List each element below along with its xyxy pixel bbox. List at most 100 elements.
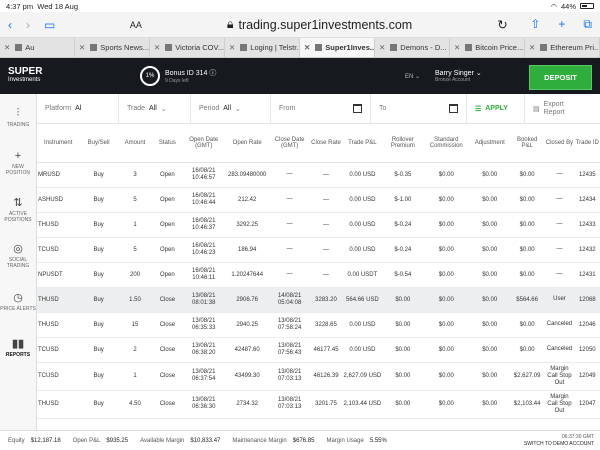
table-cell: $0.00	[423, 262, 470, 288]
sidebar-item-social-trading[interactable]: ◎ SOCIAL TRADING	[0, 232, 36, 278]
table-row[interactable]: MRUSD Buy 3 Open 16/08/21 10:46:57 283.094800…	[37, 162, 600, 188]
clock-icon: ◷	[13, 291, 23, 304]
browser-tab[interactable]: ✕ Victoria COV...	[150, 38, 225, 57]
close-icon[interactable]: ✕	[229, 43, 235, 52]
column-header[interactable]: Buy/Sell	[79, 124, 118, 163]
browser-tab[interactable]: ✕ Demons - D...	[375, 38, 450, 57]
column-header[interactable]: Close Rate	[309, 124, 343, 163]
table-row[interactable]: TCUSD Buy 1 Close 13/08/21 06:37:54 43499.30 1…	[37, 362, 600, 391]
sidebar-item-price-alerts[interactable]: ◷ PRICE ALERTS	[0, 278, 36, 324]
column-header[interactable]: Open Date (GMT)	[182, 124, 225, 163]
table-row[interactable]: THUSD Buy 1 Open 16/08/21 10:46:37 3292.25— —0…	[37, 212, 600, 238]
column-header[interactable]: Status	[152, 124, 183, 163]
apply-button[interactable]: ☰ APPLY	[467, 94, 525, 123]
browser-tab[interactable]: ✕ Sports News...	[75, 38, 150, 57]
url-field[interactable]: trading.super1investments.com	[238, 18, 412, 32]
bonus-info[interactable]: Bonus ID 314 ⓘ 9 Days left	[165, 68, 345, 84]
table-row[interactable]: THUSD Buy 1.50 Close 13/08/21 08:01:38 2906.7…	[37, 287, 600, 313]
forward-icon[interactable]: ›	[26, 18, 30, 32]
logo[interactable]: SUPER Investments	[8, 67, 118, 85]
tabs-overview-icon[interactable]: ⧉	[583, 17, 592, 32]
table-row[interactable]: THUSD Buy 15 Close 13/08/21 06:35:33 2940.25 1…	[37, 312, 600, 338]
close-icon[interactable]: ✕	[379, 43, 385, 52]
browser-tab[interactable]: ✕ Ethereum Pri...	[525, 38, 600, 57]
column-header[interactable]: Instrument	[37, 124, 80, 163]
table-cell: 43499.30	[224, 362, 270, 391]
sidebar-item-reports[interactable]: ▮▮ REPORTS	[0, 324, 36, 370]
table-cell: —	[309, 237, 343, 263]
table-row[interactable]: THUSD Buy 4.50 Close 13/08/21 06:36:30 2734.3…	[37, 390, 600, 419]
table-row[interactable]: TCUSD Buy 2 Close 13/08/21 06:38:20 42487.60 1…	[37, 337, 600, 363]
table-cell: 13/08/21 08:01:38	[182, 287, 225, 313]
table-cell: 3228.65	[309, 312, 343, 338]
browser-tab[interactable]: ✕ Loging | Telstr...	[225, 38, 300, 57]
table-cell: $0.00	[509, 212, 545, 238]
favicon-icon	[315, 44, 323, 51]
available-margin-label: Available Margin	[140, 437, 185, 444]
from-date-field[interactable]: From	[271, 94, 371, 123]
calendar-icon[interactable]	[449, 104, 458, 113]
share-icon[interactable]: ⇧	[530, 17, 540, 32]
reader-aa-button[interactable]: AA	[130, 20, 142, 30]
close-icon[interactable]: ✕	[4, 43, 10, 52]
reload-icon[interactable]: ↻	[497, 17, 507, 32]
table-cell: 1.20247644	[224, 262, 270, 288]
column-header[interactable]: Open Rate	[224, 124, 270, 163]
table-cell: $0.00	[509, 262, 545, 288]
close-icon[interactable]: ✕	[304, 43, 310, 52]
back-icon[interactable]: ‹	[8, 18, 12, 32]
close-icon[interactable]: ✕	[454, 43, 460, 52]
table-cell: 5	[117, 237, 153, 263]
table-cell: Close	[152, 362, 183, 391]
column-header[interactable]: Closed By	[544, 124, 575, 163]
table-cell: $-1.00	[382, 187, 424, 213]
column-header[interactable]: Adjustment	[469, 124, 510, 163]
column-header[interactable]: Trade ID	[574, 124, 600, 163]
column-header[interactable]: Amount	[117, 124, 153, 163]
table-cell: 12435	[574, 162, 600, 188]
sidebar-item-active-positions[interactable]: ⇅ ACTIVE POSITIONS	[0, 186, 36, 232]
close-icon[interactable]: ✕	[79, 43, 85, 52]
switch-demo-link[interactable]: SWITCH TO DEMO ACCOUNT	[524, 441, 594, 448]
column-header[interactable]: Booked P&L	[509, 124, 545, 163]
trade-filter[interactable]: Trade All ⌄	[119, 94, 191, 123]
column-header[interactable]: Standard Commission	[423, 124, 470, 163]
table-row[interactable]: ASHUSD Buy 5 Open 16/08/21 10:46:44 212.42— —0…	[37, 187, 600, 213]
trading-icon: ⫶	[16, 106, 20, 119]
table-row[interactable]: NPUSDT Buy 200 Open 16/08/21 10:46:11 1.20247…	[37, 262, 600, 288]
table-row[interactable]: TCUSD Buy 5 Open 16/08/21 10:46:23 186.94— —0.…	[37, 237, 600, 263]
table-cell: 0.00 USD	[342, 337, 383, 363]
browser-tab[interactable]: ✕ Au	[0, 38, 75, 57]
table-cell: 3201.75	[309, 390, 343, 419]
column-header[interactable]: Rollover Premium	[382, 124, 424, 163]
table-cell: 14/08/21 05:04:08	[269, 287, 310, 313]
to-date-field[interactable]: To	[371, 94, 467, 123]
table-cell: 186.94	[224, 237, 270, 263]
table-cell: $2,103.44	[509, 390, 545, 419]
browser-tab[interactable]: ✕ Super1Inves...	[300, 38, 375, 57]
close-icon[interactable]: ✕	[154, 43, 160, 52]
favicon-icon	[15, 44, 23, 51]
language-selector[interactable]: EN ⌄	[405, 73, 435, 80]
deposit-button[interactable]: DEPOSIT	[529, 65, 592, 90]
calendar-icon[interactable]	[353, 104, 362, 113]
sidebar-item-new-position[interactable]: + NEW POSITION	[0, 140, 36, 186]
column-header[interactable]: Trade P&L	[342, 124, 383, 163]
new-tab-icon[interactable]: +	[558, 17, 565, 32]
browser-tab[interactable]: ✕ Bitcoin Price...	[450, 38, 525, 57]
close-icon[interactable]: ✕	[529, 43, 535, 52]
table-cell: TCUSD	[37, 237, 80, 263]
table-cell: $0.00	[469, 362, 510, 391]
period-filter[interactable]: Period All ⌄	[191, 94, 271, 123]
browser-tabs: ✕ Au ✕ Sports News... ✕ Victoria COV... ✕ Login…	[0, 38, 600, 58]
column-header[interactable]: Close Date (GMT)	[269, 124, 310, 163]
table-cell: Close	[152, 312, 183, 338]
platform-filter[interactable]: Platform Al	[37, 94, 119, 123]
sidebar-item-trading[interactable]: ⫶ TRADING	[0, 94, 36, 140]
table-cell: $0.00	[382, 337, 424, 363]
table-cell: $0.00	[509, 237, 545, 263]
status-time: 4:37 pm	[6, 1, 34, 11]
export-report-button[interactable]: ▤ Export Report	[525, 94, 595, 123]
book-icon[interactable]: ▭	[44, 18, 55, 32]
info-icon[interactable]: ⓘ	[209, 70, 216, 77]
